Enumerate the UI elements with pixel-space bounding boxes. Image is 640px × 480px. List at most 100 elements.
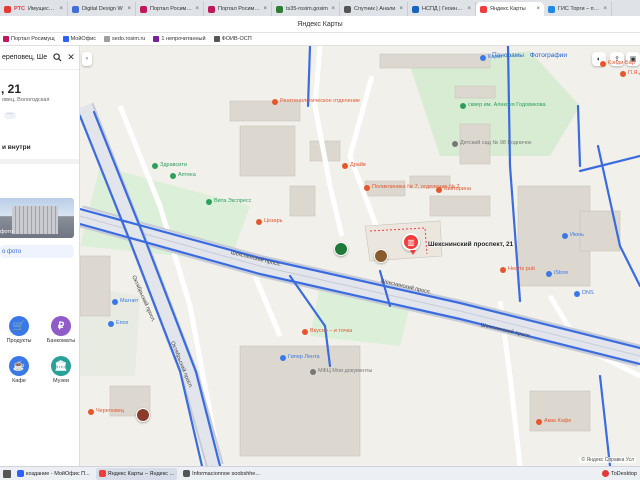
photos-link[interactable]: Фотографии — [530, 52, 567, 59]
browser-tab[interactable]: Digital Design W × — [68, 2, 136, 16]
tab-favicon-icon — [548, 5, 555, 13]
place-label[interactable]: Детский сад № 98 Родничок — [460, 140, 532, 146]
map-attribution[interactable]: © Яндекс Справка Усл — [579, 457, 636, 463]
category-button[interactable]: ₽ Банкоматы — [46, 316, 76, 344]
tab-close-icon[interactable]: × — [536, 6, 540, 12]
place-marker-icon[interactable] — [436, 187, 442, 193]
bookmark-item[interactable]: 1 непрочитанный — [153, 36, 206, 42]
browser-tab[interactable]: Спутник | Анали × — [340, 2, 408, 16]
tab-close-icon[interactable]: × — [467, 6, 471, 12]
place-marker-icon[interactable] — [310, 369, 316, 375]
add-photo-button[interactable]: о фото — [0, 245, 74, 258]
taskbar-item[interactable]: коздание - МойОфис П... — [14, 468, 93, 480]
taskbar-item[interactable]: Informacionnoe soobshhe... — [180, 468, 263, 480]
more-button[interactable]: ··· — [4, 111, 16, 119]
place-marker-icon[interactable] — [364, 185, 370, 191]
place-label[interactable]: Епох — [116, 320, 128, 326]
selected-address-pin[interactable]: ▥ — [402, 233, 420, 255]
place-label[interactable]: П.Я.Дмитриева — [628, 70, 640, 76]
bookmark-item[interactable]: МойОфис — [62, 36, 96, 42]
place-marker-icon[interactable] — [88, 409, 94, 415]
place-label[interactable]: Гипер Лента — [288, 354, 320, 360]
place-marker-icon[interactable] — [302, 329, 308, 335]
place-marker-icon[interactable] — [562, 233, 568, 239]
place-marker-icon[interactable] — [272, 99, 278, 105]
browser-tab[interactable]: Портал Росимущ × — [136, 2, 204, 16]
bookmark-item[interactable]: Портал Росимущ — [3, 36, 55, 42]
category-button[interactable]: ☕ Кафе — [4, 356, 34, 384]
place-marker-icon[interactable] — [152, 163, 158, 169]
place-label[interactable]: DNS — [582, 290, 594, 296]
selected-address-label: Шекснинский проспект, 21 — [428, 241, 514, 248]
place-marker-icon[interactable] — [206, 199, 212, 205]
place-marker-icon[interactable] — [546, 271, 552, 277]
place-label[interactable]: Магнит — [120, 298, 138, 304]
browser-tab[interactable]: Яндекс Карты × — [476, 2, 544, 16]
place-label[interactable]: Аптека — [178, 172, 196, 178]
inside-section-title: и внутри — [2, 144, 31, 151]
browser-tab[interactable]: НСПД | Геоинфо × — [408, 2, 476, 16]
place-marker-icon[interactable] — [342, 163, 348, 169]
place-marker-icon[interactable] — [108, 321, 114, 327]
search-icon[interactable] — [50, 51, 64, 65]
browser-tab[interactable]: РТС Имущество × — [0, 2, 68, 16]
map-canvas[interactable]: ‹ Панорамы Фотографии ◐ ⇪ ▣ Рентгенологи… — [80, 46, 640, 466]
place-marker-icon[interactable] — [452, 141, 458, 147]
place-marker-icon[interactable] — [256, 219, 262, 225]
place-label[interactable]: Вита Экспресс — [214, 198, 252, 204]
place-label[interactable]: Июнь — [570, 232, 584, 238]
brown-poi-pin[interactable] — [374, 249, 388, 263]
address-bar[interactable]: Яндекс Карты — [0, 16, 640, 33]
tab-close-icon[interactable]: × — [195, 6, 199, 12]
tab-close-icon[interactable]: × — [263, 6, 267, 12]
place-marker-icon[interactable] — [280, 355, 286, 361]
taskbar-item[interactable]: Яндекс Карты – Яндекс ... — [95, 467, 178, 480]
place-label[interactable]: Кэнди-Бар — [608, 60, 635, 66]
search-input[interactable]: ереповец, Ше — [2, 54, 50, 61]
tab-close-icon[interactable]: × — [331, 6, 335, 12]
browser-tab[interactable]: ts35-rosim.gosim × — [272, 2, 340, 16]
place-label[interactable]: Рентгенологическое отделение — [280, 98, 360, 104]
place-marker-icon[interactable] — [480, 55, 486, 61]
place-marker-icon[interactable] — [170, 173, 176, 179]
place-label[interactable]: Череповец — [96, 408, 124, 414]
tab-close-icon[interactable]: × — [399, 6, 403, 12]
restaurant-poi-pin[interactable] — [136, 408, 150, 422]
place-label[interactable]: Аква Кафе — [544, 418, 571, 424]
system-tray[interactable]: ToDesktop — [602, 470, 640, 477]
green-poi-pin[interactable] — [334, 242, 348, 256]
close-icon[interactable]: ✕ — [64, 51, 78, 65]
place-label[interactable]: Карат — [488, 54, 503, 60]
photo-label: фото — [0, 229, 13, 235]
tab-close-icon[interactable]: × — [59, 6, 63, 12]
browser-tab[interactable]: ГИС Торги – прод × — [544, 2, 612, 16]
place-label[interactable]: Здравсити — [160, 162, 187, 168]
place-photo[interactable]: фото — [0, 198, 74, 238]
place-marker-icon[interactable] — [460, 103, 466, 109]
category-icon: ☕ — [9, 356, 29, 376]
tab-close-icon[interactable]: × — [603, 6, 607, 12]
start-icon[interactable] — [3, 469, 11, 478]
place-marker-icon[interactable] — [500, 267, 506, 273]
place-label[interactable]: Вкусно – и точка — [310, 328, 352, 334]
place-marker-icon[interactable] — [620, 71, 626, 77]
category-button[interactable]: 🛒 Продукты — [4, 316, 34, 344]
place-label[interactable]: Викторина — [444, 186, 471, 192]
browser-tab[interactable]: Портал Росимущ × — [204, 2, 272, 16]
category-button[interactable]: 🏛 Музеи — [46, 356, 76, 384]
place-marker-icon[interactable] — [600, 61, 606, 67]
bookmark-item[interactable]: sedo.rosim.ru — [104, 36, 145, 42]
tab-title: ГИС Торги – прод — [558, 6, 601, 12]
collapse-panel-button[interactable]: ‹ — [82, 52, 92, 66]
place-label[interactable]: Драйв — [350, 162, 366, 168]
place-marker-icon[interactable] — [536, 419, 542, 425]
place-label[interactable]: МФЦ Мои документы — [318, 368, 372, 374]
place-marker-icon[interactable] — [574, 291, 580, 297]
place-label[interactable]: Цезарь — [264, 218, 283, 224]
bookmark-item[interactable]: ФОИВ-ОСП — [213, 36, 252, 42]
place-label[interactable]: Hearts pub — [508, 266, 535, 272]
place-label[interactable]: iStore — [554, 270, 568, 276]
place-label[interactable]: сквер им. Алексея Годовикова — [468, 102, 546, 108]
tab-close-icon[interactable]: × — [127, 6, 131, 12]
place-marker-icon[interactable] — [112, 299, 118, 305]
